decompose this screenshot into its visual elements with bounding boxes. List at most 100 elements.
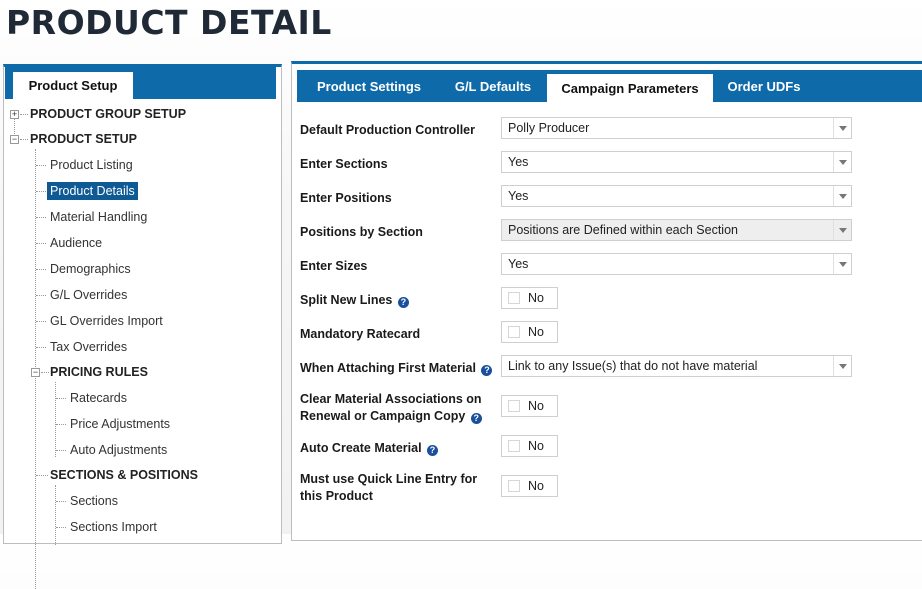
must-use-quick-line-entry-label: Must use Quick Line Entry for this Produ… <box>300 471 477 505</box>
enter-sizes-value: Yes <box>508 257 529 271</box>
tree-item-audience[interactable]: Audience <box>50 234 102 252</box>
collapse-icon[interactable]: − <box>10 135 19 144</box>
must-use-quick-line-entry-toggle[interactable]: No <box>501 475 558 497</box>
clear-material-associations-label-line2: Renewal or Campaign Copy <box>300 409 466 423</box>
enter-positions-value: Yes <box>508 189 529 203</box>
navigation-header: Product Setup <box>5 67 276 99</box>
must-use-quick-line-entry-value: No <box>528 479 544 493</box>
collapse-icon[interactable]: − <box>31 368 40 377</box>
tree-item-price-adjustments[interactable]: Price Adjustments <box>70 415 170 433</box>
clear-material-associations-checkbox[interactable] <box>508 400 520 412</box>
tab-order-udfs[interactable]: Order UDFs <box>718 70 810 102</box>
must-use-quick-line-entry-label-line1: Must use Quick Line Entry for <box>300 472 478 486</box>
tree-item-product-group-setup[interactable]: PRODUCT GROUP SETUP <box>30 105 186 123</box>
expand-icon[interactable]: + <box>10 110 19 119</box>
default-production-controller-select[interactable]: Polly Producer <box>501 117 852 139</box>
help-icon[interactable]: ? <box>397 297 409 308</box>
clear-material-associations-label-line1: Clear Material Associations on <box>300 392 482 406</box>
tree-item-pricing-rules[interactable]: PRICING RULES <box>50 363 148 381</box>
enter-positions-label: Enter Positions <box>300 191 392 205</box>
positions-by-section-label: Positions by Section <box>300 225 423 239</box>
auto-create-material-checkbox[interactable] <box>508 440 520 452</box>
tree-connector <box>56 398 66 399</box>
mandatory-ratecard-checkbox[interactable] <box>508 326 520 338</box>
enter-sizes-select[interactable]: Yes <box>501 253 852 275</box>
tree-item-auto-adjustments[interactable]: Auto Adjustments <box>70 441 167 459</box>
tree-item-sections-import[interactable]: Sections Import <box>70 518 157 536</box>
page-title: PRODUCT DETAIL <box>6 3 332 42</box>
tree-item-sections-positions[interactable]: SECTIONS & POSITIONS <box>50 466 198 484</box>
tree-item-gl-overrides[interactable]: G/L Overrides <box>50 286 127 304</box>
help-icon[interactable]: ? <box>481 365 493 376</box>
tree-item-demographics[interactable]: Demographics <box>50 260 131 278</box>
positions-by-section-select[interactable]: Positions are Defined within each Sectio… <box>501 219 852 241</box>
mandatory-ratecard-toggle[interactable]: No <box>501 321 558 343</box>
clear-material-associations-toggle[interactable]: No <box>501 395 558 417</box>
tree-connector <box>55 485 56 545</box>
clear-material-associations-value: No <box>528 399 544 413</box>
tree-connector <box>56 501 66 502</box>
mandatory-ratecard-value: No <box>528 325 544 339</box>
default-production-controller-value: Polly Producer <box>508 121 590 135</box>
split-new-lines-label: Split New Lines ? <box>300 292 409 309</box>
tree-connector <box>36 217 46 218</box>
tree-item-sections[interactable]: Sections <box>70 492 118 510</box>
tree-connector <box>20 114 28 115</box>
tree-connector <box>36 295 46 296</box>
chevron-down-icon[interactable] <box>833 186 851 206</box>
chevron-down-icon[interactable] <box>833 118 851 138</box>
tree-connector <box>36 191 46 192</box>
tree-item-ratecards[interactable]: Ratecards <box>70 389 127 407</box>
chevron-down-icon[interactable] <box>833 254 851 274</box>
positions-by-section-value: Positions are Defined within each Sectio… <box>508 223 738 237</box>
tab-product-settings[interactable]: Product Settings <box>305 70 433 102</box>
tab-gl-defaults[interactable]: G/L Defaults <box>439 70 547 102</box>
chevron-down-icon[interactable] <box>833 356 851 376</box>
enter-sections-label: Enter Sections <box>300 157 388 171</box>
tree-connector <box>36 165 46 166</box>
auto-create-material-label-text: Auto Create Material <box>300 441 422 455</box>
tab-campaign-parameters[interactable]: Campaign Parameters <box>547 74 713 102</box>
split-new-lines-toggle[interactable]: No <box>501 287 558 309</box>
help-icon[interactable]: ? <box>427 445 439 456</box>
tree-item-product-listing[interactable]: Product Listing <box>50 156 133 174</box>
tab-product-setup[interactable]: Product Setup <box>13 72 133 99</box>
must-use-quick-line-entry-label-line2: this Product <box>300 489 373 503</box>
mandatory-ratecard-label: Mandatory Ratecard <box>300 327 421 341</box>
tree-connector <box>55 382 56 457</box>
auto-create-material-value: No <box>528 439 544 453</box>
tree-item-product-setup[interactable]: PRODUCT SETUP <box>30 130 137 148</box>
when-attaching-first-material-label-text: When Attaching First Material <box>300 361 476 375</box>
help-icon[interactable]: ? <box>470 413 482 424</box>
tree-connector <box>36 347 46 348</box>
tree-connector <box>56 450 66 451</box>
auto-create-material-toggle[interactable]: No <box>501 435 558 457</box>
enter-sections-value: Yes <box>508 155 529 169</box>
tree-item-tax-overrides[interactable]: Tax Overrides <box>50 338 127 356</box>
tree-item-material-handling[interactable]: Material Handling <box>50 208 147 226</box>
navigation-panel: Product Setup + PRODUCT GROUP SETUP − PR… <box>3 64 282 589</box>
enter-sections-select[interactable]: Yes <box>501 151 852 173</box>
default-production-controller-label: Default Production Controller <box>300 123 475 137</box>
must-use-quick-line-entry-checkbox[interactable] <box>508 480 520 492</box>
auto-create-material-label: Auto Create Material ? <box>300 440 439 457</box>
tree-item-product-details[interactable]: Product Details <box>47 182 138 200</box>
tree-connector <box>36 321 46 322</box>
tree-connector <box>20 139 28 140</box>
detail-panel: Product Settings G/L Defaults Campaign P… <box>291 61 922 541</box>
when-attaching-first-material-label: When Attaching First Material ? <box>300 360 493 377</box>
tree-connector <box>36 269 46 270</box>
clear-material-associations-label: Clear Material Associations on Renewal o… <box>300 391 482 425</box>
tree-item-gl-overrides-import[interactable]: GL Overrides Import <box>50 312 163 330</box>
tree-connector <box>41 372 49 373</box>
tab-bar: Product Settings G/L Defaults Campaign P… <box>297 70 922 102</box>
tree-connector <box>56 527 66 528</box>
split-new-lines-label-text: Split New Lines <box>300 293 393 307</box>
enter-positions-select[interactable]: Yes <box>501 185 852 207</box>
chevron-down-icon[interactable] <box>833 152 851 172</box>
split-new-lines-value: No <box>528 291 544 305</box>
split-new-lines-checkbox[interactable] <box>508 292 520 304</box>
when-attaching-first-material-select[interactable]: Link to any Issue(s) that do not have ma… <box>501 355 852 377</box>
tree-connector <box>36 475 48 476</box>
chevron-down-icon[interactable] <box>833 220 851 240</box>
